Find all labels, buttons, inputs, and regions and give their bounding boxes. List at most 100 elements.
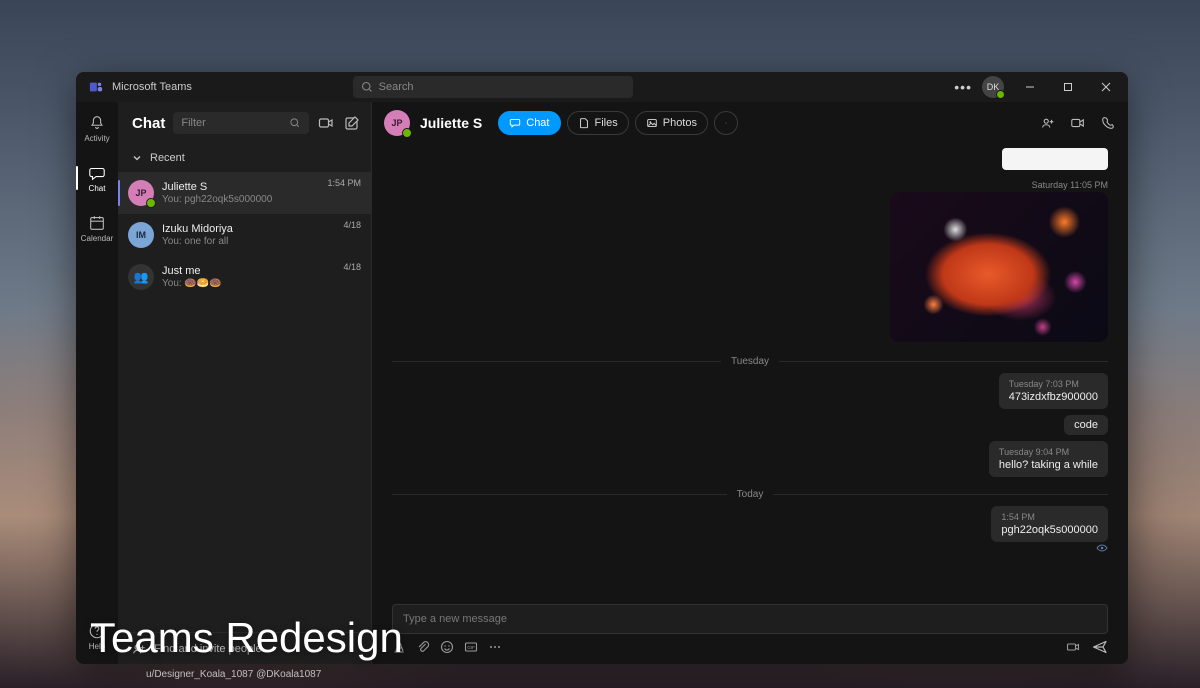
conversation-tabs: Chat Files Photos	[498, 111, 738, 135]
chat-list-panel: Chat Filter Recent JP	[118, 102, 372, 664]
chat-item-time: 1:54 PM	[327, 178, 361, 188]
chat-item-name: Just me	[162, 264, 335, 278]
video-clip-icon[interactable]	[1066, 640, 1080, 654]
message-attachment-preview[interactable]	[1002, 148, 1108, 170]
input-placeholder: Type a new message	[403, 613, 507, 625]
nav-rail: Activity Chat Calendar Help	[76, 102, 118, 664]
read-receipt-icon	[1096, 544, 1108, 552]
add-tab-button[interactable]	[714, 111, 738, 135]
message-bubble[interactable]: Tuesday 9:04 PM hello? taking a while	[989, 441, 1108, 477]
message-input[interactable]: Type a new message	[392, 604, 1108, 634]
user-avatar[interactable]: DK	[982, 76, 1004, 98]
bell-icon	[88, 114, 106, 132]
image-icon	[646, 117, 658, 129]
rail-label: Activity	[84, 134, 109, 143]
recent-section-toggle[interactable]: Recent	[118, 144, 371, 172]
emoji-icon[interactable]	[440, 640, 454, 654]
search-icon	[361, 81, 373, 93]
teams-window: Microsoft Teams Search ••• DK Activity C…	[76, 72, 1128, 664]
chat-item-preview: You: one for all	[162, 236, 335, 248]
more-menu-icon[interactable]: •••	[954, 79, 972, 95]
video-call-icon[interactable]	[1070, 115, 1086, 131]
gif-icon[interactable]: GIF	[464, 640, 478, 654]
chat-item-name: Izuku Midoriya	[162, 222, 335, 236]
send-icon[interactable]	[1092, 640, 1108, 654]
search-icon	[289, 117, 301, 129]
meet-now-button[interactable]	[317, 114, 335, 132]
chat-item-preview: You: 🍩🥯🍩	[162, 278, 335, 290]
rail-chat[interactable]: Chat	[78, 156, 116, 200]
message-timestamp: 1:54 PM	[1001, 512, 1098, 522]
chat-icon	[88, 164, 106, 182]
user-initials: DK	[987, 82, 1000, 92]
titlebar: Microsoft Teams Search ••• DK	[76, 72, 1128, 102]
filter-placeholder: Filter	[181, 117, 205, 129]
chat-item-name: Juliette S	[162, 180, 319, 194]
overlay-title: Teams Redesign	[90, 614, 403, 662]
rail-activity[interactable]: Activity	[78, 106, 116, 150]
compose-icon	[344, 115, 360, 131]
minimize-button[interactable]	[1012, 74, 1048, 100]
file-icon	[578, 117, 590, 129]
attach-icon[interactable]	[416, 640, 430, 654]
window-controls: ••• DK	[954, 74, 1124, 100]
plus-icon	[725, 117, 727, 129]
avatar: 👥	[128, 264, 154, 290]
rail-label: Calendar	[81, 234, 113, 243]
tab-photos[interactable]: Photos	[635, 111, 708, 135]
chat-item[interactable]: JP Juliette S You: pgh22oqk5s000000 1:54…	[118, 172, 371, 214]
filter-input[interactable]: Filter	[173, 112, 309, 134]
app-name: Microsoft Teams	[112, 81, 192, 93]
date-separator: Today	[392, 489, 1108, 500]
chevron-down-icon	[132, 153, 142, 163]
contact-avatar[interactable]: JP	[384, 110, 410, 136]
avatar: JP	[128, 180, 154, 206]
tab-chat[interactable]: Chat	[498, 111, 560, 135]
chat-panel-header: Chat Filter	[118, 102, 371, 144]
message-bubble[interactable]: 1:54 PM pgh22oqk5s000000	[991, 506, 1108, 542]
svg-text:GIF: GIF	[467, 645, 475, 650]
search-placeholder: Search	[379, 81, 414, 93]
tab-label: Photos	[663, 117, 697, 129]
composer-toolbar: GIF	[392, 640, 1108, 654]
chat-item-time: 4/18	[343, 220, 361, 230]
message-timestamp: Tuesday 9:04 PM	[999, 447, 1098, 457]
conversation-header: JP Juliette S Chat Files Photos	[372, 102, 1128, 144]
chat-panel-title: Chat	[132, 115, 165, 132]
overlay-credit: u/Designer_Koala_1087 @DKoala1087	[146, 669, 321, 680]
chat-item[interactable]: 👥 Just me You: 🍩🥯🍩 4/18	[118, 256, 371, 298]
video-icon	[318, 115, 334, 131]
maximize-button[interactable]	[1050, 74, 1086, 100]
chat-list: JP Juliette S You: pgh22oqk5s000000 1:54…	[118, 172, 371, 632]
message-text: pgh22oqk5s000000	[1001, 524, 1098, 536]
message-bubble[interactable]: Tuesday 7:03 PM 473izdxfbz900000	[999, 373, 1108, 409]
more-icon[interactable]	[488, 640, 502, 654]
message-image[interactable]	[890, 192, 1108, 342]
message-scroll[interactable]: Saturday 11:05 PM Tuesday Tuesday 7:03 P…	[372, 144, 1128, 598]
tab-files[interactable]: Files	[567, 111, 629, 135]
people-icon[interactable]	[1040, 115, 1056, 131]
message-text: hello? taking a while	[999, 459, 1098, 471]
message-text: code	[1074, 419, 1098, 431]
chat-item-preview: You: pgh22oqk5s000000	[162, 194, 319, 206]
global-search[interactable]: Search	[353, 76, 633, 98]
avatar: IM	[128, 222, 154, 248]
message-timestamp: Tuesday 7:03 PM	[1009, 379, 1098, 389]
message-bubble[interactable]: code	[1064, 415, 1108, 435]
tab-label: Chat	[526, 117, 549, 129]
conversation-panel: JP Juliette S Chat Files Photos	[372, 102, 1128, 664]
abstract-image-content	[890, 192, 1108, 342]
recent-label: Recent	[150, 152, 185, 164]
chat-icon	[509, 117, 521, 129]
chat-item[interactable]: IM Izuku Midoriya You: one for all 4/18	[118, 214, 371, 256]
close-button[interactable]	[1088, 74, 1124, 100]
message-composer: Type a new message GIF	[372, 598, 1128, 664]
chat-item-time: 4/18	[343, 262, 361, 272]
message-timestamp: Saturday 11:05 PM	[1032, 180, 1108, 190]
new-chat-button[interactable]	[343, 114, 361, 132]
rail-calendar[interactable]: Calendar	[78, 206, 116, 250]
teams-logo-icon	[88, 79, 104, 95]
rail-label: Chat	[89, 184, 106, 193]
phone-call-icon[interactable]	[1100, 115, 1116, 131]
message-text: 473izdxfbz900000	[1009, 391, 1098, 403]
